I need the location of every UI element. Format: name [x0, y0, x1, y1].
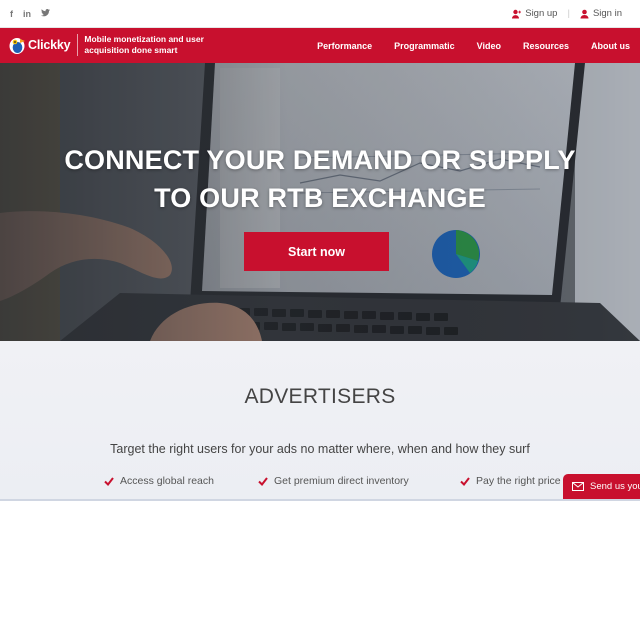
user-icon [580, 9, 589, 18]
page-viewport: f in Sign up | Sign in Clickky Mobile mo… [0, 0, 640, 499]
feature-label: Get premium direct inventory [274, 475, 409, 487]
twitter-icon[interactable] [41, 8, 50, 20]
check-icon [258, 476, 268, 486]
feature-item: Access global reach [104, 475, 214, 487]
logo-bird-icon [9, 38, 25, 54]
nav-item-performance[interactable]: Performance [317, 41, 372, 51]
hero-title-line2: TO OUR RTB EXCHANGE [154, 183, 486, 213]
advertisers-section: ADVERTISERS Target the right users for y… [0, 341, 640, 499]
feature-item: Pay the right price [460, 475, 561, 487]
section-title: ADVERTISERS [244, 385, 396, 408]
hero-title: CONNECT YOUR DEMAND OR SUPPLY TO OUR RTB… [0, 141, 640, 217]
logo[interactable]: Clickky Mobile monetization and user acq… [8, 34, 206, 56]
logo-divider [77, 34, 79, 56]
user-add-icon [512, 9, 522, 18]
facebook-icon[interactable]: f [10, 8, 13, 20]
top-utility-bar: f in Sign up | Sign in [0, 0, 640, 28]
section-subtitle: Target the right users for your ads no m… [110, 442, 530, 456]
signup-label: Sign up [525, 8, 558, 19]
contact-tab-label: Send us your [590, 481, 640, 492]
tagline: Mobile monetization and user acquisition… [84, 34, 204, 55]
linkedin-icon[interactable]: in [23, 8, 31, 20]
hero-banner: CONNECT YOUR DEMAND OR SUPPLY TO OUR RTB… [0, 63, 640, 341]
account-links: Sign up | Sign in [512, 8, 622, 19]
signin-label: Sign in [592, 8, 622, 19]
social-links: f in [10, 8, 50, 20]
viewport-bottom-edge [0, 499, 640, 501]
check-icon [104, 476, 114, 486]
start-now-button[interactable]: Start now [244, 232, 389, 271]
logo-text: Clickky [28, 38, 71, 52]
feature-item: Get premium direct inventory [258, 475, 409, 487]
signin-link[interactable]: Sign in [580, 8, 622, 19]
envelope-icon [572, 482, 584, 491]
check-icon [460, 476, 470, 486]
main-header: Clickky Mobile monetization and user acq… [0, 28, 640, 63]
nav-item-about-us[interactable]: About us [591, 41, 630, 51]
main-nav: Performance Programmatic Video Resources… [295, 28, 630, 63]
nav-item-programmatic[interactable]: Programmatic [394, 41, 455, 51]
feature-list: Access global reach Get premium direct i… [0, 475, 640, 491]
feature-label: Access global reach [120, 475, 214, 487]
contact-us-tab[interactable]: Send us your [563, 474, 640, 499]
nav-item-video[interactable]: Video [477, 41, 501, 51]
hero-title-line1: CONNECT YOUR DEMAND OR SUPPLY [64, 145, 576, 175]
nav-item-resources[interactable]: Resources [523, 41, 569, 51]
feature-label: Pay the right price [476, 475, 561, 487]
account-divider: | [567, 8, 570, 19]
signup-link[interactable]: Sign up [512, 8, 557, 19]
